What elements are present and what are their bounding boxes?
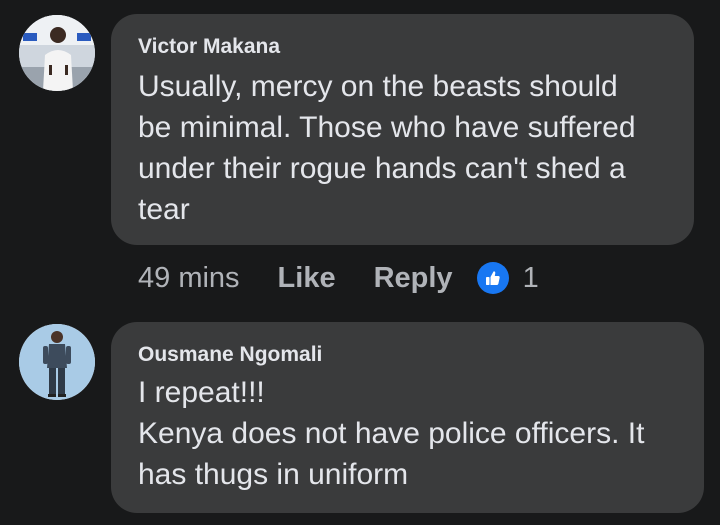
thumbs-up-icon[interactable] — [476, 262, 509, 294]
comment-text-line: has thugs in uniform — [138, 458, 409, 491]
reply-button[interactable]: Reply — [374, 262, 453, 295]
comment-thread: Victor Makana Usually, mercy on the beas… — [0, 0, 720, 525]
comment-actions: 49 mins Like Reply 1 — [138, 258, 539, 298]
comment-bubble: Ousmane Ngomali I repeat!!! Kenya does n… — [111, 322, 704, 513]
comment-author[interactable]: Victor Makana — [138, 34, 670, 60]
like-button[interactable]: Like — [278, 262, 336, 295]
comment-text-line: I repeat!!! — [138, 376, 265, 409]
user-photo-icon — [19, 15, 95, 91]
comment-bubble: Victor Makana Usually, mercy on the beas… — [111, 14, 694, 245]
comment-text-line: under their rogue hands can't shed a — [138, 152, 626, 185]
comment-text-line: tear — [138, 193, 190, 226]
user-photo-icon — [19, 324, 95, 400]
avatar[interactable] — [19, 15, 95, 91]
comment-author[interactable]: Ousmane Ngomali — [138, 342, 680, 368]
avatar[interactable] — [19, 324, 95, 400]
comment-text-line: be minimal. Those who have suffered — [138, 111, 636, 144]
comment-text-line: Usually, mercy on the beasts should — [138, 70, 618, 103]
comment-text: I repeat!!! Kenya does not have police o… — [138, 372, 680, 495]
comment-text: Usually, mercy on the beasts should be m… — [138, 66, 670, 230]
comment-timestamp[interactable]: 49 mins — [138, 262, 240, 295]
comment-text-line: Kenya does not have police officers. It — [138, 417, 645, 450]
reaction-count[interactable]: 1 — [523, 262, 539, 295]
